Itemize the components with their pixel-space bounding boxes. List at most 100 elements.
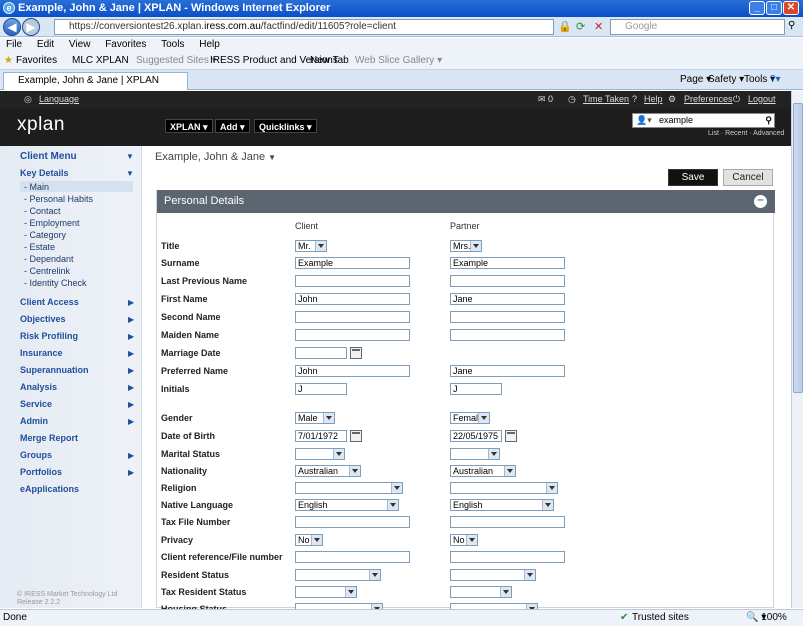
minimize-button[interactable]: _	[749, 1, 765, 15]
back-button[interactable]: ◀	[3, 18, 21, 36]
sidebar-section[interactable]: Portfolios	[20, 467, 62, 477]
nav-xplan-button[interactable]: XPLAN ▾	[165, 119, 213, 133]
client-text-input[interactable]: John	[295, 293, 410, 305]
partner-text-input[interactable]: Jane	[450, 293, 565, 305]
sidebar-subitem[interactable]: - Centrelink	[24, 266, 70, 276]
dropdown-arrow-icon[interactable]	[349, 466, 360, 476]
dropdown-arrow-icon[interactable]	[466, 535, 477, 545]
refresh-icon[interactable]: ⟳	[576, 20, 585, 33]
partner-select[interactable]	[450, 448, 500, 460]
client-date-input[interactable]	[295, 347, 347, 359]
dropdown-arrow-icon[interactable]	[478, 413, 489, 423]
sidebar-subitem[interactable]: - Contact	[24, 206, 61, 216]
zoom-level[interactable]: 🔍 100% ▾	[746, 610, 787, 626]
partner-text-input[interactable]	[450, 311, 565, 323]
url-field[interactable]: https://conversiontest26.xplan.iress.com…	[54, 19, 554, 35]
help-link[interactable]: Help	[644, 91, 663, 108]
client-text-input[interactable]	[295, 516, 410, 528]
menu-tools[interactable]: Tools	[161, 39, 184, 50]
browser-tab[interactable]: Example, John & Jane | XPLAN	[3, 72, 188, 90]
client-select[interactable]: Mr.	[295, 240, 327, 252]
chevron-right-icon[interactable]: ▶	[128, 349, 134, 358]
dropdown-arrow-icon[interactable]	[504, 466, 515, 476]
menu-edit[interactable]: Edit	[37, 39, 54, 50]
partner-text-input[interactable]	[450, 275, 565, 287]
client-text-input[interactable]	[295, 311, 410, 323]
dropdown-arrow-icon[interactable]	[345, 587, 356, 597]
collapse-icon[interactable]: –	[754, 195, 767, 208]
chevron-right-icon[interactable]: ▶	[128, 468, 134, 477]
chevron-right-icon[interactable]: ▶	[128, 383, 134, 392]
chevron-right-icon[interactable]: ▶	[128, 400, 134, 409]
client-select[interactable]	[295, 448, 345, 460]
chevron-down-icon[interactable]: ▼	[126, 169, 134, 178]
chevron-right-icon[interactable]: ▶	[128, 366, 134, 375]
client-select[interactable]: Male	[295, 412, 335, 424]
client-text-input[interactable]: Example	[295, 257, 410, 269]
calendar-icon[interactable]	[350, 347, 362, 359]
partner-select[interactable]	[450, 586, 512, 598]
calendar-icon[interactable]	[505, 430, 517, 442]
chevron-down-icon[interactable]: ▼	[126, 152, 134, 161]
mail-icon[interactable]: ✉ 0	[538, 91, 553, 108]
chevron-right-icon[interactable]: ▶	[128, 451, 134, 460]
fav-suggested-sites[interactable]: Suggested Sites ▾	[136, 52, 217, 70]
partner-text-input[interactable]	[450, 551, 565, 563]
dropdown-arrow-icon[interactable]	[391, 483, 402, 493]
scrollbar-thumb[interactable]	[793, 103, 803, 393]
partner-text-input[interactable]	[450, 516, 565, 528]
client-date-input[interactable]: 7/01/1972	[295, 430, 347, 442]
google-search-input[interactable]: Google	[610, 19, 785, 35]
calendar-icon[interactable]	[350, 430, 362, 442]
stop-icon[interactable]: ✕	[594, 20, 603, 33]
client-text-input[interactable]	[295, 329, 410, 341]
sidebar-section[interactable]: Client Access	[20, 297, 79, 307]
close-window-button[interactable]: ✕	[783, 1, 799, 15]
sidebar-subitem[interactable]: - Identity Check	[24, 278, 87, 288]
sidebar-subitem[interactable]: - Personal Habits	[24, 194, 93, 204]
sidebar-section[interactable]: Risk Profiling	[20, 331, 78, 341]
dropdown-arrow-icon[interactable]	[333, 449, 344, 459]
favorites-button[interactable]: Favorites	[16, 52, 57, 70]
client-initials-input[interactable]: J	[295, 383, 347, 395]
client-text-input[interactable]: John	[295, 365, 410, 377]
client-select[interactable]: No	[295, 534, 323, 546]
dropdown-arrow-icon[interactable]	[488, 449, 499, 459]
client-text-input[interactable]	[295, 275, 410, 287]
fav-web-slice-gallery[interactable]: Web Slice Gallery ▾	[355, 52, 442, 70]
person-icon[interactable]: 👤▾	[636, 114, 652, 127]
page-menu[interactable]: Page ▾	[680, 74, 711, 85]
menu-favorites[interactable]: Favorites	[105, 39, 146, 50]
sidebar-section[interactable]: Service	[20, 399, 52, 409]
sidebar-section[interactable]: Analysis	[20, 382, 57, 392]
cancel-button[interactable]: Cancel	[723, 169, 773, 186]
client-menu-heading[interactable]: Client Menu	[20, 151, 77, 162]
search-icon[interactable]: ⚲	[765, 114, 772, 127]
safety-menu[interactable]: Safety ▾	[708, 74, 744, 85]
dropdown-arrow-icon[interactable]	[323, 413, 334, 423]
partner-select[interactable]: English	[450, 499, 554, 511]
partner-select[interactable]: Australian	[450, 465, 516, 477]
dropdown-arrow-icon[interactable]	[470, 241, 481, 251]
chevron-down-icon[interactable]: ▼	[268, 153, 276, 162]
menu-file[interactable]: File	[6, 39, 22, 50]
partner-select[interactable]: Female	[450, 412, 490, 424]
preferences-link[interactable]: Preferences	[684, 91, 733, 108]
nav-quicklinks-button[interactable]: Quicklinks ▾	[254, 119, 317, 133]
help-icon[interactable]: ?▾	[770, 74, 781, 85]
partner-select[interactable]: No	[450, 534, 478, 546]
sidebar-subitem[interactable]: - Category	[24, 230, 66, 240]
client-select[interactable]	[295, 482, 403, 494]
partner-text-input[interactable]	[450, 329, 565, 341]
sidebar-section[interactable]: Insurance	[20, 348, 63, 358]
chevron-right-icon[interactable]: ▶	[128, 417, 134, 426]
chevron-right-icon[interactable]: ▶	[128, 315, 134, 324]
dropdown-arrow-icon[interactable]	[546, 483, 557, 493]
sidebar-subitem[interactable]: - Employment	[24, 218, 80, 228]
partner-select[interactable]: Mrs.	[450, 240, 482, 252]
menu-view[interactable]: View	[69, 39, 91, 50]
sidebar-section[interactable]: eApplications	[20, 484, 79, 494]
search-links[interactable]: List · Recent · Advanced	[708, 130, 784, 137]
client-select[interactable]	[295, 569, 381, 581]
dropdown-arrow-icon[interactable]	[524, 570, 535, 580]
